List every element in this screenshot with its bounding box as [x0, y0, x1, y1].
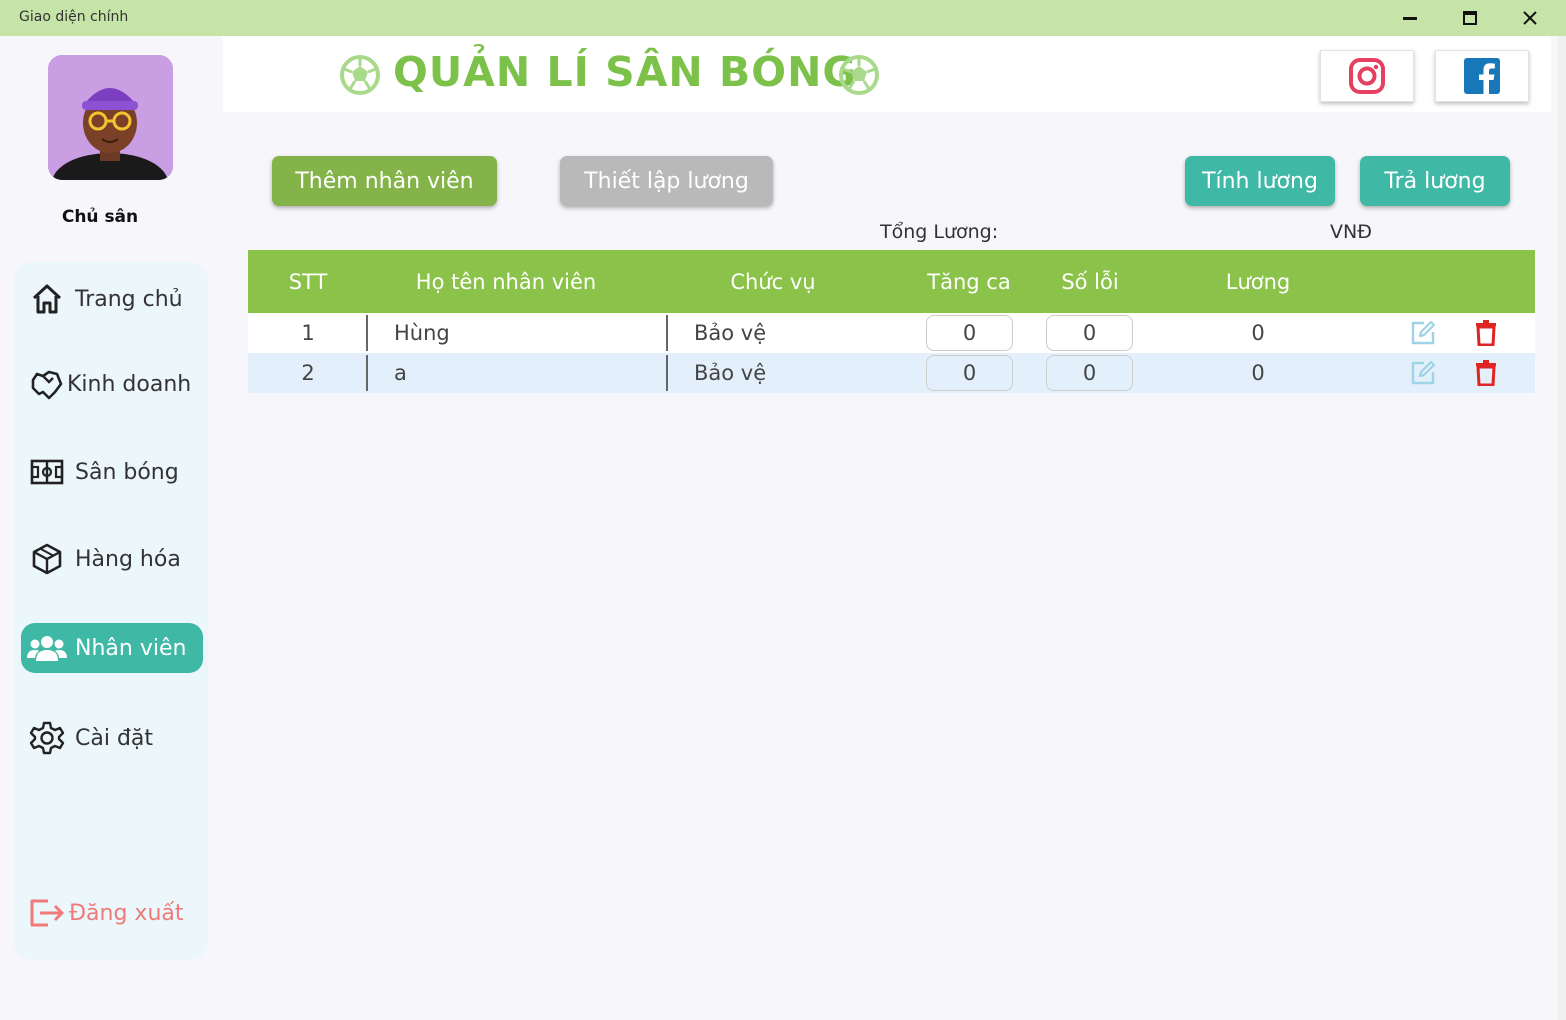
- currency-label: VNĐ: [1330, 221, 1372, 243]
- sidebar-item-label: Nhân viên: [75, 635, 187, 661]
- edit-icon: [1411, 360, 1436, 385]
- sidebar-item-settings[interactable]: Cài đặt: [21, 713, 203, 763]
- column-divider: [666, 315, 668, 351]
- cell-salary: 0: [1251, 321, 1265, 345]
- table-row[interactable]: 1 Hùng Bảo vệ 0 0 0: [248, 313, 1535, 353]
- instagram-icon: [1349, 58, 1385, 94]
- user-role: Chủ sân: [61, 207, 139, 227]
- avatar-illustration: [48, 55, 173, 180]
- column-header-name: Họ tên nhân viên: [415, 269, 597, 294]
- sidebar-item-business[interactable]: Kinh doanh: [21, 359, 203, 409]
- column-divider: [366, 315, 368, 351]
- sidebar-item-home[interactable]: Trang chủ: [21, 274, 203, 324]
- edit-button[interactable]: [1409, 359, 1437, 387]
- column-header-position: Chức vụ: [730, 269, 816, 294]
- sidebar-item-staff[interactable]: Nhân viên: [21, 623, 203, 673]
- add-staff-button[interactable]: Thêm nhân viên: [272, 156, 497, 206]
- title-bar: Giao diện chính: [0, 0, 1566, 36]
- instagram-button[interactable]: [1320, 50, 1414, 102]
- edit-button[interactable]: [1409, 319, 1437, 347]
- table-row[interactable]: 2 a Bảo vệ 0 0 0: [248, 353, 1535, 393]
- logout-button[interactable]: Đăng xuất: [21, 888, 203, 938]
- facebook-button[interactable]: [1435, 50, 1529, 102]
- sidebar-item-label: Cài đặt: [75, 725, 154, 751]
- app-title: QUẢN LÍ SÂN BÓNG: [393, 48, 858, 96]
- trash-icon: [1476, 320, 1496, 346]
- column-divider: [366, 355, 368, 391]
- overtime-input[interactable]: 0: [926, 315, 1013, 351]
- column-header-stt: STT: [288, 269, 328, 294]
- sidebar-item-label: Đăng xuất: [69, 900, 184, 926]
- errors-input[interactable]: 0: [1046, 355, 1133, 391]
- sidebar-item-label: Trang chủ: [75, 286, 183, 312]
- scrollbar[interactable]: [1558, 36, 1566, 1020]
- column-header-errors: Số lỗi: [1061, 269, 1119, 294]
- delete-button[interactable]: [1472, 319, 1500, 347]
- cell-salary: 0: [1251, 361, 1265, 385]
- errors-input[interactable]: 0: [1046, 315, 1133, 351]
- cell-name: Hùng: [394, 321, 450, 345]
- total-salary-label: Tổng Lương:: [880, 221, 999, 243]
- nav-panel: Trang chủ Kinh doanh Sân bóng Hàng hóa N…: [13, 262, 208, 960]
- field-icon: [27, 452, 67, 492]
- overtime-input[interactable]: 0: [926, 355, 1013, 391]
- trash-icon: [1476, 360, 1496, 386]
- handshake-icon: [27, 364, 67, 404]
- close-icon: [1523, 11, 1537, 25]
- sidebar-item-label: Hàng hóa: [75, 546, 181, 572]
- soccer-ball-icon: [839, 55, 879, 95]
- delete-button[interactable]: [1472, 359, 1500, 387]
- maximize-icon: [1463, 11, 1477, 25]
- sidebar-item-goods[interactable]: Hàng hóa: [21, 534, 203, 584]
- sidebar-item-fields[interactable]: Sân bóng: [21, 447, 203, 497]
- minimize-button[interactable]: [1380, 0, 1440, 36]
- soccer-ball-icon: [340, 55, 380, 95]
- column-header-overtime: Tăng ca: [927, 269, 1011, 294]
- edit-icon: [1411, 320, 1436, 345]
- cell-name: a: [394, 361, 407, 385]
- facebook-icon: [1464, 58, 1500, 94]
- sidebar-item-label: Sân bóng: [75, 459, 179, 485]
- maximize-button[interactable]: [1440, 0, 1500, 36]
- cell-position: Bảo vệ: [694, 361, 767, 385]
- salary-setup-button[interactable]: Thiết lập lương: [560, 156, 773, 206]
- column-header-salary: Lương: [1225, 269, 1291, 294]
- staff-table: STT Họ tên nhân viên Chức vụ Tăng ca Số …: [248, 250, 1535, 393]
- column-divider: [666, 355, 668, 391]
- home-icon: [27, 279, 67, 319]
- sidebar-item-label: Kinh doanh: [67, 371, 192, 397]
- header: QUẢN LÍ SÂN BÓNG: [223, 36, 1551, 112]
- cell-position: Bảo vệ: [694, 321, 767, 345]
- window-title: Giao diện chính: [19, 9, 129, 25]
- table-header: STT Họ tên nhân viên Chức vụ Tăng ca Số …: [248, 250, 1535, 313]
- close-button[interactable]: [1500, 0, 1560, 36]
- avatar: [48, 55, 173, 180]
- pay-salary-button[interactable]: Trả lương: [1360, 156, 1510, 206]
- minimize-icon: [1403, 17, 1417, 20]
- gear-icon: [27, 718, 67, 758]
- cell-stt: 1: [301, 321, 315, 345]
- cell-stt: 2: [301, 361, 315, 385]
- calculate-salary-button[interactable]: Tính lương: [1185, 156, 1335, 206]
- users-icon: [27, 628, 67, 668]
- box-icon: [27, 539, 67, 579]
- logout-icon: [27, 893, 67, 933]
